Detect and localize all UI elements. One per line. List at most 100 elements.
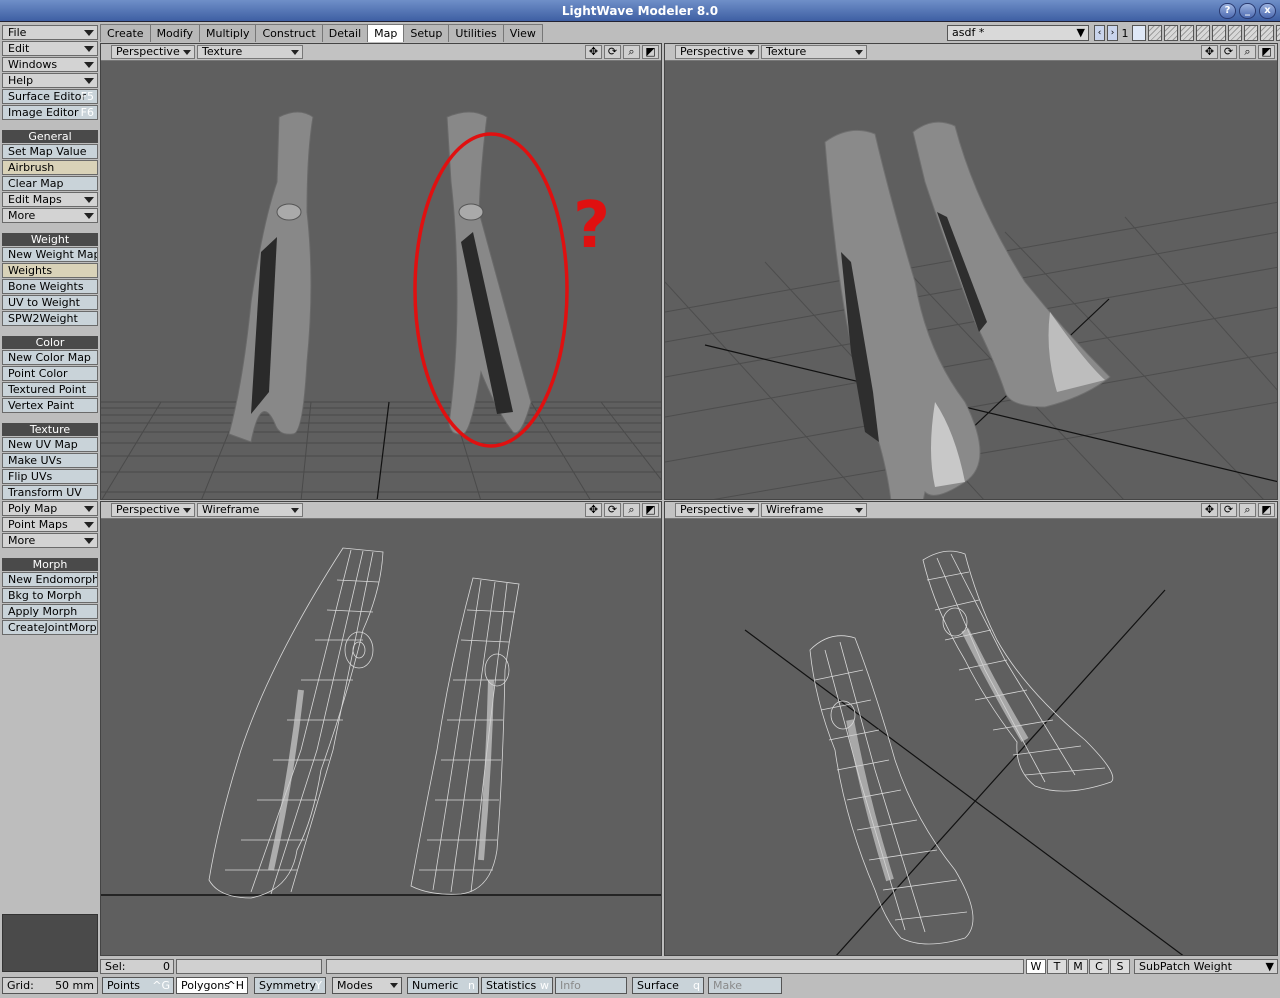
points-mode-button[interactable]: Points ^G <box>102 977 174 994</box>
layer-cell[interactable] <box>1196 25 1210 41</box>
polygons-mode-button[interactable]: Polygons ^H <box>176 977 248 994</box>
maximize-icon[interactable]: ◩ <box>1258 503 1275 517</box>
layer-cell[interactable] <box>1276 25 1280 41</box>
make-button[interactable]: Make <box>708 977 782 994</box>
view-type-select[interactable]: Perspective <box>675 503 759 517</box>
viewport-canvas[interactable]: ? <box>101 62 662 500</box>
next-layer-icon[interactable]: › <box>1107 25 1118 41</box>
move-icon[interactable]: ✥ <box>1201 503 1218 517</box>
tab-utilities[interactable]: Utilities <box>448 24 504 42</box>
surface-editor-button[interactable]: Surface Editor F5 <box>2 89 98 104</box>
layer-cell[interactable] <box>1148 25 1162 41</box>
layer-cell[interactable] <box>1180 25 1194 41</box>
rotate-icon[interactable]: ⟳ <box>1220 45 1237 59</box>
statistics-button[interactable]: Statistics w <box>481 977 553 994</box>
c-toggle[interactable]: C <box>1089 959 1109 974</box>
new-color-map-button[interactable]: New Color Map <box>2 350 98 365</box>
bkg-to-morph-button[interactable]: Bkg to Morph <box>2 588 98 603</box>
viewport-canvas[interactable] <box>665 520 1278 956</box>
render-mode-select[interactable]: Wireframe <box>761 503 867 517</box>
layer-cell[interactable] <box>1132 25 1146 41</box>
tab-setup[interactable]: Setup <box>403 24 450 42</box>
general-more-menu[interactable]: More <box>2 208 98 223</box>
make-uvs-button[interactable]: Make UVs <box>2 453 98 468</box>
tab-map[interactable]: Map <box>367 24 405 42</box>
layer-cell[interactable] <box>1212 25 1226 41</box>
layer-cell[interactable] <box>1244 25 1258 41</box>
new-weight-map-button[interactable]: New Weight Map <box>2 247 98 262</box>
viewport-top-right[interactable]: Perspective Texture ✥ ⟳ ⌕ ◩ <box>664 43 1278 500</box>
viewport-bottom-left[interactable]: Perspective Wireframe ✥ ⟳ ⌕ ◩ <box>100 501 662 956</box>
create-joint-morph-button[interactable]: CreateJointMorph <box>2 620 98 635</box>
m-toggle[interactable]: M <box>1068 959 1088 974</box>
numeric-button[interactable]: Numeric n <box>407 977 479 994</box>
tab-detail[interactable]: Detail <box>321 24 369 42</box>
point-maps-menu[interactable]: Point Maps <box>2 517 98 532</box>
tab-multiply[interactable]: Multiply <box>199 24 257 42</box>
poly-map-menu[interactable]: Poly Map <box>2 501 98 516</box>
help-menu[interactable]: Help <box>2 73 98 88</box>
render-mode-select[interactable]: Texture <box>197 45 303 59</box>
uv-to-weight-button[interactable]: UV to Weight <box>2 295 98 310</box>
edit-maps-menu[interactable]: Edit Maps <box>2 192 98 207</box>
surface-button[interactable]: Surface q <box>632 977 704 994</box>
viewport-canvas[interactable] <box>101 520 662 956</box>
info-button[interactable]: Info <box>555 977 627 994</box>
rotate-icon[interactable]: ⟳ <box>604 45 621 59</box>
zoom-icon[interactable]: ⌕ <box>1239 503 1256 517</box>
minimize-window-button[interactable]: _ <box>1239 3 1256 19</box>
spw2weight-button[interactable]: SPW2Weight <box>2 311 98 326</box>
render-mode-select[interactable]: Wireframe <box>197 503 303 517</box>
weights-button[interactable]: Weights <box>2 263 98 278</box>
maximize-icon[interactable]: ◩ <box>1258 45 1275 59</box>
vertex-paint-button[interactable]: Vertex Paint <box>2 398 98 413</box>
file-menu[interactable]: File <box>2 25 98 40</box>
s-toggle[interactable]: S <box>1110 959 1130 974</box>
zoom-icon[interactable]: ⌕ <box>1239 45 1256 59</box>
help-window-button[interactable]: ? <box>1219 3 1236 19</box>
new-uv-map-button[interactable]: New UV Map <box>2 437 98 452</box>
layer-cell[interactable] <box>1260 25 1274 41</box>
viewport-canvas[interactable] <box>665 62 1278 500</box>
new-endomorph-button[interactable]: New Endomorph <box>2 572 98 587</box>
rotate-icon[interactable]: ⟳ <box>1220 503 1237 517</box>
tab-create[interactable]: Create <box>100 24 151 42</box>
zoom-icon[interactable]: ⌕ <box>623 45 640 59</box>
flip-uvs-button[interactable]: Flip UVs <box>2 469 98 484</box>
tab-modify[interactable]: Modify <box>149 24 201 42</box>
object-selector[interactable]: asdf * ▼ <box>947 25 1089 41</box>
set-map-value-button[interactable]: Set Map Value <box>2 144 98 159</box>
tab-view[interactable]: View <box>502 24 543 42</box>
apply-morph-button[interactable]: Apply Morph <box>2 604 98 619</box>
prev-layer-icon[interactable]: ‹ <box>1094 25 1105 41</box>
texture-more-menu[interactable]: More <box>2 533 98 548</box>
viewport-top-left[interactable]: Perspective Texture ✥ ⟳ ⌕ ◩ ? <box>100 43 662 500</box>
image-editor-button[interactable]: Image Editor F6 <box>2 105 98 120</box>
render-mode-select[interactable]: Texture <box>761 45 867 59</box>
point-color-button[interactable]: Point Color <box>2 366 98 381</box>
view-type-select[interactable]: Perspective <box>111 45 195 59</box>
move-icon[interactable]: ✥ <box>585 45 602 59</box>
move-icon[interactable]: ✥ <box>585 503 602 517</box>
edit-menu[interactable]: Edit <box>2 41 98 56</box>
close-window-button[interactable]: x <box>1259 3 1276 19</box>
view-type-select[interactable]: Perspective <box>675 45 759 59</box>
maximize-icon[interactable]: ◩ <box>642 45 659 59</box>
symmetry-button[interactable]: Symmetry Y <box>254 977 326 994</box>
layer-cell[interactable] <box>1228 25 1242 41</box>
transform-uv-button[interactable]: Transform UV <box>2 485 98 500</box>
rotate-icon[interactable]: ⟳ <box>604 503 621 517</box>
tab-construct[interactable]: Construct <box>255 24 323 42</box>
maximize-icon[interactable]: ◩ <box>642 503 659 517</box>
vmap-type-select[interactable]: SubPatch Weight ▼ <box>1134 959 1278 974</box>
bone-weights-button[interactable]: Bone Weights <box>2 279 98 294</box>
viewport-bottom-right[interactable]: Perspective Wireframe ✥ ⟳ ⌕ ◩ <box>664 501 1278 956</box>
layer-cell[interactable] <box>1164 25 1178 41</box>
airbrush-button[interactable]: Airbrush <box>2 160 98 175</box>
w-toggle[interactable]: W <box>1026 959 1046 974</box>
view-type-select[interactable]: Perspective <box>111 503 195 517</box>
t-toggle[interactable]: T <box>1047 959 1067 974</box>
zoom-icon[interactable]: ⌕ <box>623 503 640 517</box>
clear-map-button[interactable]: Clear Map <box>2 176 98 191</box>
modes-menu[interactable]: Modes <box>332 977 402 994</box>
